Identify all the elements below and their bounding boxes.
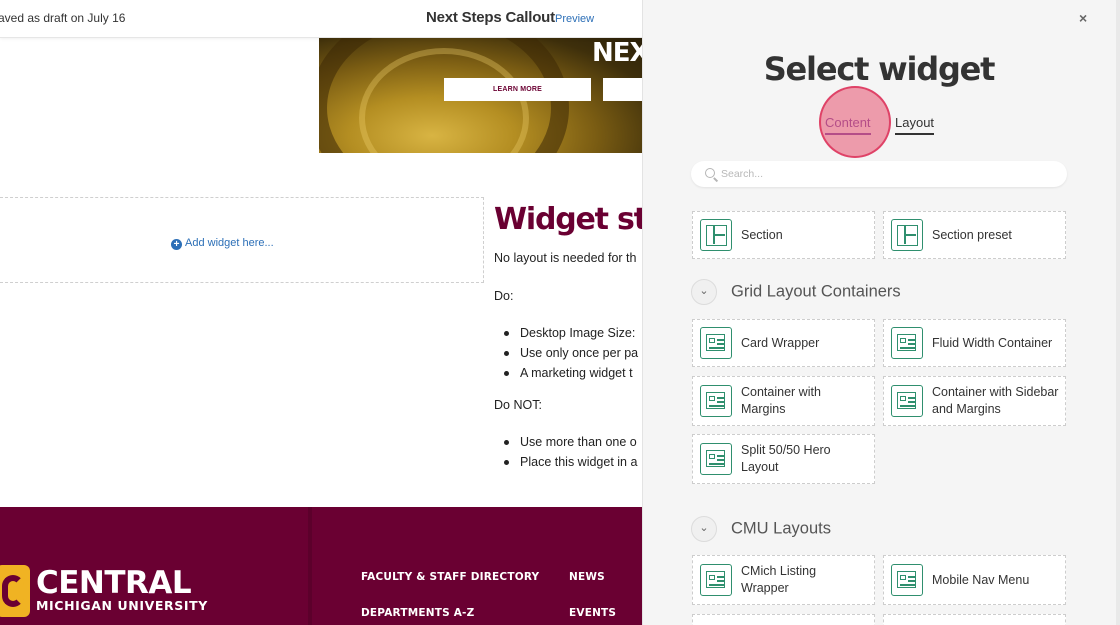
- hero-heading: NEXT: [592, 38, 642, 68]
- do-label: Do:: [494, 289, 514, 303]
- widget-card-container-with-sidebar[interactable]: Container with Sidebar and Margins: [883, 376, 1066, 426]
- bullet: [504, 440, 509, 445]
- widget-card-label: Fluid Width Container: [932, 336, 1053, 350]
- layout-icon: [700, 443, 732, 475]
- saved-status-text: aved as draft on July 16: [0, 11, 126, 25]
- widget-card-section[interactable]: Section: [692, 211, 875, 259]
- chevron-down-icon: ⌄: [691, 516, 717, 542]
- widget-card-label: Card Wrapper: [741, 336, 820, 350]
- widget-card-label: Container with Margins: [741, 385, 821, 416]
- widget-card-card-wrapper[interactable]: Card Wrapper: [692, 319, 875, 367]
- search-icon: [705, 168, 715, 178]
- widget-card-label: Section preset: [932, 228, 1012, 242]
- site-footer: CENTRAL MICHIGAN UNIVERSITY FACULTY & ST…: [0, 507, 642, 625]
- hero-banner-image: NEXT LEARN MORE: [319, 38, 642, 153]
- layout-icon: [891, 564, 923, 596]
- cmu-logo-mark: [2, 575, 24, 607]
- tab-content[interactable]: Content: [825, 115, 871, 135]
- group-header-grid-layout-containers[interactable]: ⌄ Grid Layout Containers: [691, 279, 901, 305]
- widget-card-split-hero-layout[interactable]: Split 50/50 Hero Layout: [692, 434, 875, 484]
- donot-label: Do NOT:: [494, 398, 542, 412]
- add-widget-label: Add widget here...: [185, 237, 274, 249]
- bullet: [504, 371, 509, 376]
- footer-link-faculty-staff-directory[interactable]: FACULTY & STAFF DIRECTORY: [361, 571, 539, 583]
- close-icon[interactable]: ×: [1079, 10, 1087, 26]
- widget-card-section-preset[interactable]: Section preset: [883, 211, 1066, 259]
- document-title: Next Steps Callout: [426, 9, 555, 26]
- widget-card-fluid-width-container[interactable]: Fluid Width Container: [883, 319, 1066, 367]
- add-widget-link[interactable]: + Add widget here...: [171, 237, 274, 250]
- bullet: [504, 460, 509, 465]
- tab-layout[interactable]: Layout: [895, 115, 935, 135]
- layout-icon: [891, 327, 923, 359]
- page-root: aved as draft on July 16 Next Steps Call…: [0, 0, 1120, 625]
- widget-card-partial[interactable]: [692, 614, 875, 625]
- widget-standards-content: Widget sta No layout is needed for th Do…: [494, 202, 642, 469]
- footer-link-departments[interactable]: DEPARTMENTS A-Z: [361, 607, 474, 619]
- section-icon: [891, 219, 923, 251]
- group-title: CMU Layouts: [731, 519, 831, 538]
- bullet: [504, 331, 509, 336]
- chevron-down-icon: ⌄: [691, 279, 717, 305]
- widget-card-cmich-listing-wrapper[interactable]: CMich Listing Wrapper: [692, 555, 875, 605]
- footer-divider: [308, 507, 312, 625]
- cmu-logo-name: CENTRAL: [36, 565, 192, 601]
- widget-search: [691, 161, 1067, 187]
- preview-link[interactable]: Preview: [555, 13, 594, 25]
- content-heading: Widget sta: [494, 202, 642, 237]
- layout-icon: [891, 385, 923, 417]
- widget-card-container-with-margins[interactable]: Container with Margins: [692, 376, 875, 426]
- section-icon: [700, 219, 732, 251]
- widget-card-label: Container with Sidebar and Margins: [932, 385, 1059, 416]
- content-intro: No layout is needed for th: [494, 251, 637, 265]
- layout-icon: [700, 564, 732, 596]
- widget-card-label: Section: [741, 228, 783, 242]
- cmu-logo-icon: [0, 565, 30, 617]
- editor-toolbar: aved as draft on July 16 Next Steps Call…: [0, 0, 642, 38]
- hero-secondary-button[interactable]: [603, 78, 642, 101]
- widget-card-partial[interactable]: [883, 614, 1066, 625]
- cmu-logo-subtitle: MICHIGAN UNIVERSITY: [36, 598, 208, 613]
- widget-card-label: CMich Listing Wrapper: [741, 564, 817, 595]
- search-input[interactable]: [721, 161, 1061, 187]
- widget-card-label: Mobile Nav Menu: [932, 573, 1030, 587]
- panel-title: Select widget: [763, 50, 996, 88]
- group-title: Grid Layout Containers: [731, 282, 901, 301]
- layout-icon: [700, 327, 732, 359]
- hero-learn-more-button[interactable]: LEARN MORE: [444, 78, 591, 101]
- widget-drop-zone: + Add widget here...: [0, 197, 484, 283]
- plus-circle-icon: +: [171, 239, 182, 250]
- footer-link-news[interactable]: NEWS: [569, 571, 605, 583]
- panel-scrollbar[interactable]: [1116, 0, 1120, 625]
- footer-link-events[interactable]: EVENTS: [569, 607, 616, 619]
- group-header-cmu-layouts[interactable]: ⌄ CMU Layouts: [691, 516, 831, 542]
- widget-card-mobile-nav-menu[interactable]: Mobile Nav Menu: [883, 555, 1066, 605]
- select-widget-panel: × Select widget Content Layout Section S…: [642, 0, 1120, 625]
- bullet: [504, 351, 509, 356]
- layout-icon: [700, 385, 732, 417]
- widget-card-label: Split 50/50 Hero Layout: [741, 443, 831, 474]
